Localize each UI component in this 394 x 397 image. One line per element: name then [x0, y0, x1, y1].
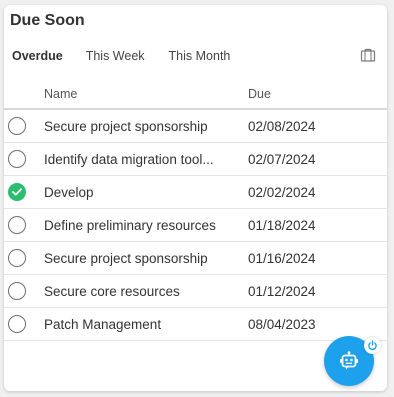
tab-overdue[interactable]: Overdue — [12, 49, 63, 63]
power-icon — [368, 340, 377, 351]
task-name[interactable]: Secure project sponsorship — [44, 251, 234, 266]
checkbox-icon[interactable] — [8, 216, 26, 234]
checkbox-icon[interactable] — [8, 282, 26, 300]
task-due-date: 02/07/2024 — [248, 152, 316, 167]
table-row[interactable]: Secure project sponsorship 01/16/2024 — [4, 242, 387, 275]
checkbox-icon[interactable] — [8, 315, 26, 333]
task-due-date: 08/04/2023 — [248, 317, 316, 332]
tab-this-week[interactable]: This Week — [86, 49, 145, 63]
checkbox-icon[interactable] — [8, 117, 26, 135]
table-row[interactable]: Define preliminary resources 01/18/2024 — [4, 209, 387, 242]
widget-title: Due Soon — [10, 12, 85, 29]
power-badge[interactable] — [364, 337, 381, 354]
task-name[interactable]: Patch Management — [44, 317, 234, 332]
task-name[interactable]: Identify data migration tool... — [44, 152, 234, 167]
task-name[interactable]: Define preliminary resources — [44, 218, 234, 233]
task-name[interactable]: Secure project sponsorship — [44, 119, 234, 134]
tab-bar: Overdue This Week This Month — [12, 47, 254, 65]
robot-icon — [340, 351, 358, 370]
task-list: Secure project sponsorship 02/08/2024 Id… — [4, 110, 387, 341]
task-name[interactable]: Develop — [44, 185, 234, 200]
table-row[interactable]: Identify data migration tool... 02/07/20… — [4, 143, 387, 176]
column-header-name[interactable]: Name — [44, 87, 77, 101]
table-header: Name Due — [4, 78, 387, 110]
briefcase-icon[interactable] — [360, 47, 376, 63]
task-due-date: 02/02/2024 — [248, 185, 316, 200]
table-row[interactable]: Secure project sponsorship 02/08/2024 — [4, 110, 387, 143]
table-row[interactable]: Develop 02/02/2024 — [4, 176, 387, 209]
tab-this-month[interactable]: This Month — [169, 49, 231, 63]
checkbox-icon[interactable] — [8, 150, 26, 168]
task-due-date: 01/16/2024 — [248, 251, 316, 266]
checkmark-icon[interactable] — [8, 183, 26, 201]
column-header-due[interactable]: Due — [248, 87, 271, 101]
checkbox-icon[interactable] — [8, 249, 26, 267]
task-due-date: 01/12/2024 — [248, 284, 316, 299]
table-row[interactable]: Secure core resources 01/12/2024 — [4, 275, 387, 308]
table-row[interactable]: Patch Management 08/04/2023 — [4, 308, 387, 341]
due-soon-widget: Due Soon Overdue This Week This Month Na… — [4, 5, 387, 391]
task-name[interactable]: Secure core resources — [44, 284, 234, 299]
task-due-date: 01/18/2024 — [248, 218, 316, 233]
task-due-date: 02/08/2024 — [248, 119, 316, 134]
